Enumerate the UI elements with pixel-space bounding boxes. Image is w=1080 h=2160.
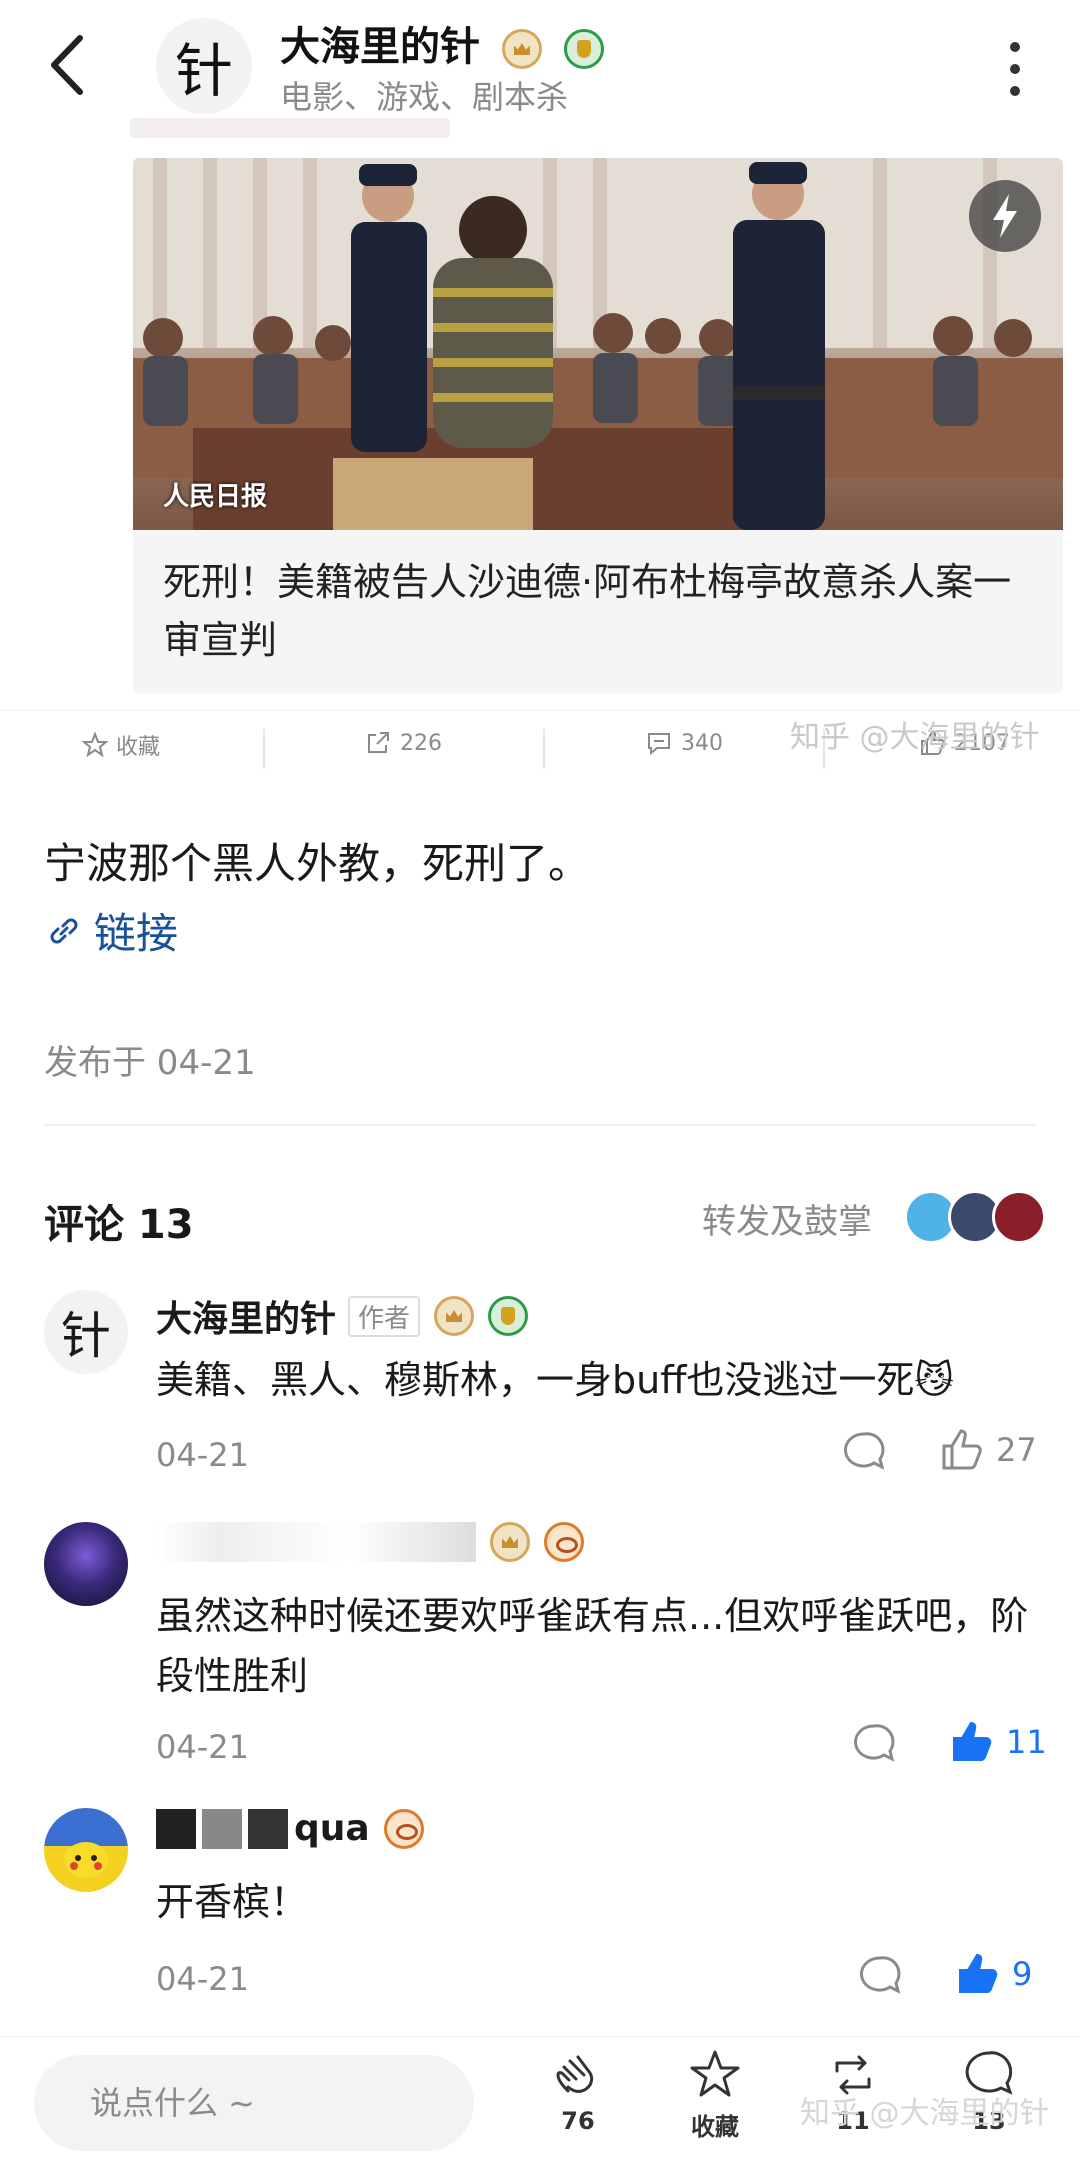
reposts-link[interactable]: 转发及鼓掌 (702, 1194, 872, 1243)
author-name[interactable]: 大海里的针 (280, 24, 480, 70)
commenter-name[interactable]: qua (294, 1808, 370, 1849)
crown-badge-icon (501, 29, 542, 69)
commenter-avatar[interactable]: 针 (44, 1290, 128, 1374)
zhihu-watermark: 知乎 @大海里的针 (790, 720, 1040, 755)
star-icon (82, 732, 108, 758)
clipped-text-strip (130, 118, 450, 138)
back-icon[interactable] (40, 30, 100, 100)
clap-count: 76 (561, 2107, 595, 2135)
reposter-avatar[interactable] (992, 1190, 1046, 1244)
section-divider (44, 1124, 1036, 1126)
redacted-block (202, 1808, 242, 1849)
zhihu-watermark: 知乎 @大海里的针 (800, 2096, 1050, 2131)
crown-badge-icon (434, 1296, 475, 1336)
crown-badge-icon (490, 1522, 530, 1562)
favorite-action[interactable]: 收藏 (82, 729, 160, 761)
image-source-caption: 人民日报 (163, 482, 268, 512)
commenter-name-row (156, 1522, 584, 1562)
author-subtitle: 电影、游戏、剧本杀 (280, 78, 569, 116)
author-avatar[interactable]: 针 (156, 18, 252, 114)
favorite-button[interactable]: 收藏 (670, 2047, 760, 2142)
commenter-name-row: 大海里的针 作者 (156, 1290, 529, 1342)
redacted-block (156, 1808, 196, 1849)
shared-article-card[interactable]: 人民日报 死刑！美籍被告人沙迪德·阿布杜梅亭故意杀人案一审宣判 (133, 158, 1063, 693)
comments-count-title: 评论 13 (44, 1202, 194, 1248)
comment-count: 340 (681, 730, 723, 756)
comment-icon (648, 733, 670, 756)
eye-badge-icon (383, 1808, 424, 1849)
reply-icon[interactable] (856, 1952, 904, 2000)
top-bar: 针 大海里的针 电影、游戏、剧本杀 (0, 0, 1080, 130)
avatar-glyph: 针 (61, 1307, 111, 1365)
thumb-up-filled-icon (959, 1953, 998, 1993)
comment-date: 04-21 (156, 1728, 249, 1766)
eye-badge-icon (544, 1522, 584, 1562)
redacted-block (248, 1808, 288, 1849)
comment-like-button[interactable]: 9 (954, 1950, 1032, 1998)
commenter-name-row: qua (156, 1808, 424, 1849)
clap-button[interactable]: 76 (533, 2047, 623, 2135)
post-link[interactable]: 链接 (44, 900, 178, 961)
share-action[interactable]: 226 (364, 729, 442, 757)
link-icon (50, 918, 78, 943)
comment-input[interactable]: 说点什么 ~ (34, 2055, 474, 2151)
thumb-up-icon (942, 1429, 982, 1470)
article-title[interactable]: 死刑！美籍被告人沙迪德·阿布杜梅亭故意杀人案一审宣判 (163, 553, 1033, 669)
flash-icon[interactable] (969, 180, 1041, 252)
clap-icon (556, 2055, 594, 2093)
comment-like-button[interactable]: 27 (938, 1426, 1037, 1474)
article-image: 人民日报 (133, 158, 1063, 530)
commenter-name[interactable]: 大海里的针 (156, 1290, 336, 1342)
comment-text: 美籍、黑人、穆斯林，一身buff也没逃过一死😼 (156, 1358, 955, 1402)
comment-like-count: 11 (1006, 1723, 1047, 1761)
thumb-up-filled-icon (953, 1721, 992, 1761)
more-options-icon[interactable] (1000, 40, 1030, 100)
author-tag: 作者 (348, 1295, 421, 1337)
comment-action[interactable]: 340 (645, 729, 723, 757)
commenter-name[interactable] (156, 1522, 476, 1562)
favorite-button-label: 收藏 (691, 2113, 739, 2141)
action-divider (543, 729, 545, 769)
favorite-label: 收藏 (116, 735, 161, 760)
comment-date: 04-21 (156, 1436, 249, 1474)
trophy-badge-icon (563, 29, 604, 69)
comment-text: 虽然这种时候还要欢呼雀跃有点...但欢呼雀跃吧，阶段性胜利 (156, 1594, 1029, 1698)
action-divider (263, 729, 265, 769)
avatar-glyph: 针 (174, 37, 233, 105)
comment-date: 04-21 (156, 1960, 249, 1998)
reply-icon[interactable] (850, 1720, 898, 1768)
comment-like-count: 9 (1012, 1955, 1033, 1993)
comment-text: 开香槟！ (156, 1880, 309, 1924)
reply-icon[interactable] (840, 1428, 888, 1476)
comment-like-count: 27 (996, 1431, 1037, 1469)
comment-like-button[interactable]: 11 (948, 1718, 1047, 1766)
commenter-avatar[interactable] (44, 1522, 128, 1606)
commenter-avatar[interactable] (44, 1808, 128, 1892)
share-icon (368, 732, 389, 753)
link-label[interactable]: 链接 (94, 900, 178, 961)
share-count: 226 (400, 730, 442, 756)
author-name-row[interactable]: 大海里的针 (280, 14, 604, 72)
star-icon (690, 2050, 740, 2097)
post-text: 宁波那个黑人外教，死刑了。 (44, 839, 591, 888)
trophy-badge-icon (488, 1296, 529, 1336)
publish-date: 发布于 04-21 (44, 1043, 256, 1083)
